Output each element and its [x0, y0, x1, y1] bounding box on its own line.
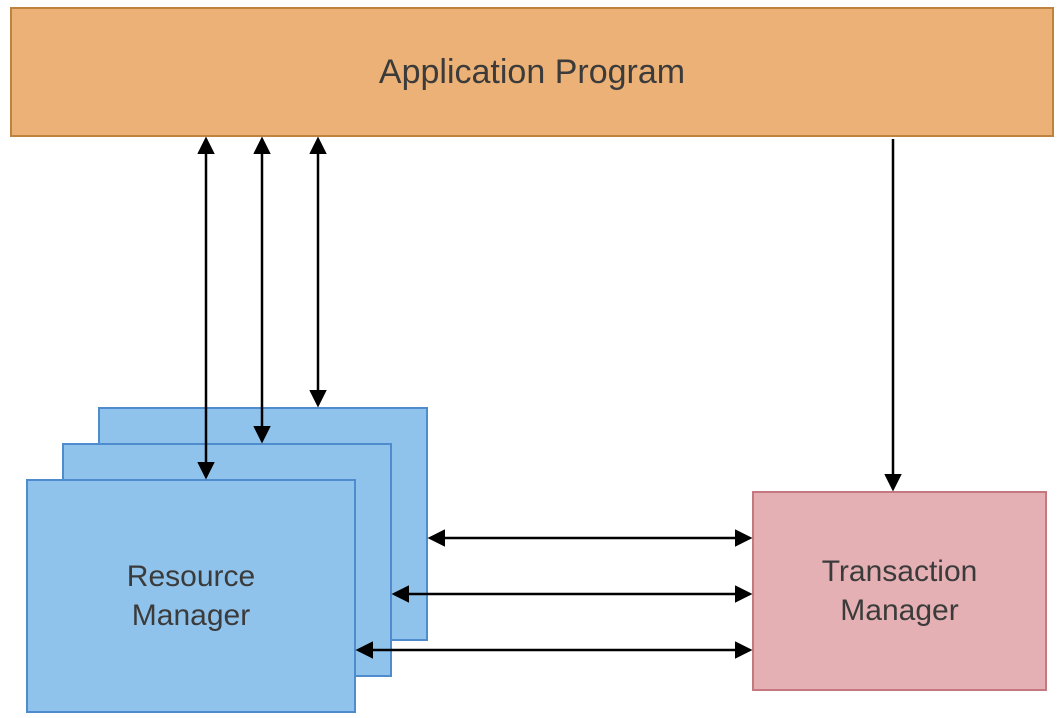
transaction-manager-label: Transaction Manager	[822, 552, 978, 630]
transaction-manager-box: Transaction Manager	[752, 491, 1047, 691]
application-program-box: Application Program	[10, 7, 1054, 137]
resource-manager-box-1: Resource Manager	[26, 479, 356, 713]
resource-manager-label: Resource Manager	[127, 557, 255, 635]
application-program-label: Application Program	[379, 53, 685, 92]
diagram-canvas: Application Program Resource Manager Tra…	[0, 0, 1064, 718]
